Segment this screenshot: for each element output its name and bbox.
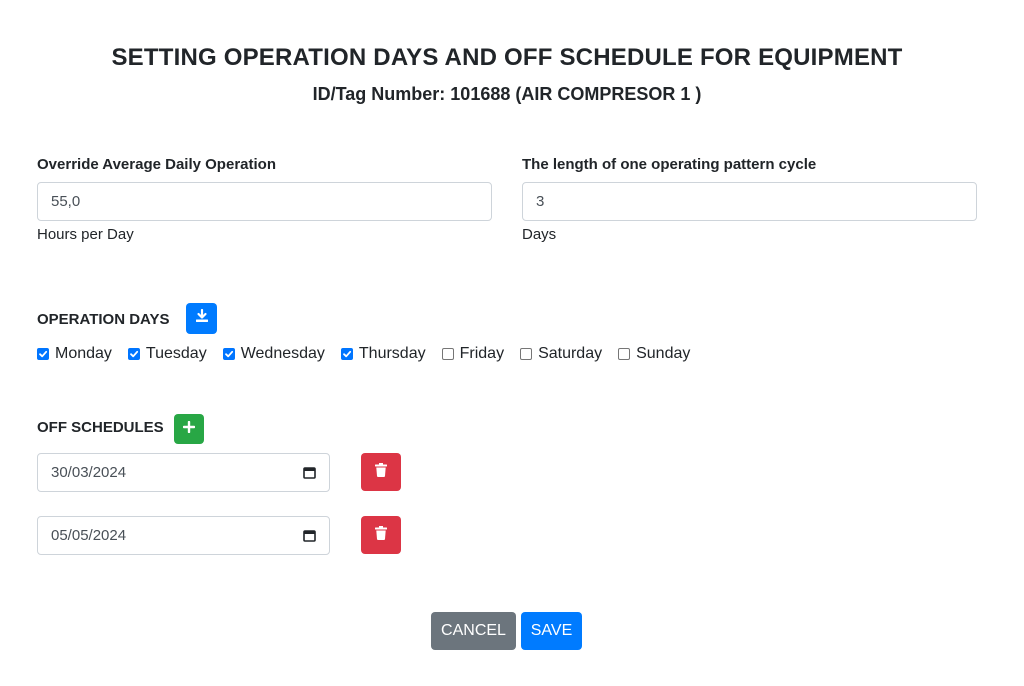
trash-icon [375, 462, 387, 482]
checkbox-checked-icon[interactable] [340, 348, 353, 360]
checkbox-unchecked-icon[interactable] [520, 348, 533, 360]
add-schedule-button[interactable] [174, 414, 204, 444]
day-checkbox-friday[interactable]: Friday [441, 345, 505, 363]
delete-schedule-button[interactable] [361, 516, 401, 554]
operation-days-label: OPERATION DAYS [37, 311, 170, 328]
checkbox-unchecked-icon[interactable] [441, 348, 454, 360]
day-checkbox-monday[interactable]: Monday [37, 345, 112, 363]
plus-icon [182, 420, 196, 438]
cycle-unit: Days [522, 226, 557, 243]
day-label: Thursday [358, 345, 426, 362]
off-date-value: 30/03/2024 [51, 464, 127, 481]
day-label: Friday [459, 345, 505, 362]
checkbox-checked-icon[interactable] [37, 348, 49, 360]
cycle-label: The length of one operating pattern cycl… [522, 156, 817, 173]
day-checkbox-tuesday[interactable]: Tuesday [127, 345, 207, 363]
save-button[interactable]: SAVE [521, 612, 582, 650]
off-date-value: 05/05/2024 [51, 527, 127, 544]
calendar-icon[interactable] [303, 466, 316, 479]
override-unit: Hours per Day [37, 226, 134, 243]
off-date-input[interactable]: 05/05/2024 [37, 516, 330, 555]
page-title: SETTING OPERATION DAYS AND OFF SCHEDULE … [111, 44, 903, 71]
day-checkbox-wednesday[interactable]: Wednesday [222, 345, 325, 363]
off-date-input[interactable]: 30/03/2024 [37, 453, 330, 492]
day-label: Wednesday [240, 345, 325, 362]
checkbox-checked-icon[interactable] [222, 348, 235, 360]
off-schedules-label: OFF SCHEDULES [37, 419, 164, 436]
override-label: Override Average Daily Operation [37, 156, 276, 173]
trash-icon [375, 525, 387, 545]
delete-schedule-button[interactable] [361, 453, 401, 491]
day-checkbox-thursday[interactable]: Thursday [340, 345, 426, 363]
checkbox-unchecked-icon[interactable] [618, 348, 631, 360]
checkbox-checked-icon[interactable] [127, 348, 140, 360]
override-input[interactable]: 55,0 [37, 182, 492, 221]
day-label: Saturday [538, 345, 603, 362]
day-label: Tuesday [145, 345, 207, 362]
day-label: Sunday [636, 345, 691, 362]
download-icon [195, 308, 209, 328]
operation-days-list: Monday Tuesday Wednesday Thursday Friday Satu… [37, 345, 706, 363]
day-label: Monday [55, 345, 112, 362]
day-checkbox-sunday[interactable]: Sunday [618, 345, 690, 363]
day-checkbox-saturday[interactable]: Saturday [520, 345, 602, 363]
cycle-input[interactable]: 3 [522, 182, 977, 221]
cancel-button[interactable]: CANCEL [431, 612, 516, 650]
download-button[interactable] [186, 303, 217, 334]
page-subtitle: ID/Tag Number: 101688 (AIR COMPRESOR 1 ) [312, 84, 702, 104]
calendar-icon[interactable] [303, 529, 316, 542]
